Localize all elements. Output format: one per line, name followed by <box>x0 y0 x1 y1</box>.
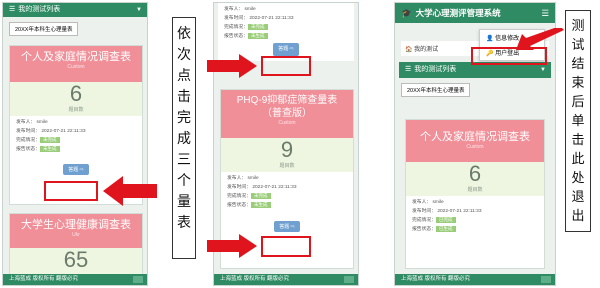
arrow-right-icon <box>207 234 257 258</box>
test-card: 大学生心理健康调查表 Ukr 65 <box>9 213 143 283</box>
report-row: 报告状态： 未生成 <box>16 145 136 154</box>
scale-select[interactable]: 20XX年本科生心理量表 <box>9 22 79 36</box>
highlight-box <box>261 236 311 257</box>
card-subtitle: Custom <box>67 64 85 70</box>
scroll-top-button[interactable] <box>344 276 354 283</box>
footer: 上海蓝成 版权所有 翻版必究 <box>3 274 147 285</box>
card-header: 大学生心理健康调查表 Ukr <box>10 214 142 248</box>
question-count-label: 题目数 <box>68 107 84 113</box>
scroll-top-button[interactable] <box>541 276 551 283</box>
app-title: 大学心理测评管理系统 <box>415 8 501 18</box>
question-count-box: 9 题目数 <box>221 138 353 172</box>
section-title: 我的测试列表 <box>18 6 61 13</box>
test-list-header[interactable]: ☰ 我的测试列表 ▼ <box>3 3 147 17</box>
chevron-down-icon[interactable]: ▼ <box>540 63 546 77</box>
report-tag: 已生成 <box>436 226 456 232</box>
publish-date: 发布时间： 2022-07-21 22:11:33 <box>16 129 86 134</box>
highlight-box <box>44 181 98 201</box>
card-title: 大学生心理健康调查表 <box>21 219 131 231</box>
footer-text: 上海蓝成 版权所有 翻版必究 <box>9 276 79 282</box>
section-title: 我的测试列表 <box>414 66 457 73</box>
scale-select[interactable]: 20XX年本科生心理量表 <box>401 83 471 97</box>
question-count: 9 <box>280 137 294 162</box>
completion-label: 完成情况： <box>227 194 251 199</box>
report-label: 报告状态： <box>412 227 436 232</box>
completion-tag: 未完成 <box>40 137 60 143</box>
completion-label: 完成情况： <box>16 138 40 143</box>
answer-button[interactable]: 答题 ⇨ <box>274 221 300 232</box>
graduation-cap-icon: 🎓 <box>401 7 412 18</box>
card-header: PHQ-9抑郁症筛查量表（普查版） Custom <box>221 90 353 138</box>
completion-label: 完成情况： <box>224 25 248 30</box>
question-count-label: 题目数 <box>279 163 295 169</box>
publisher: 发布人： smile <box>412 200 444 205</box>
report-label: 报告状态： <box>224 34 248 39</box>
card-header: 个人及家庭情况调查表 Custom <box>406 120 544 162</box>
publish-date: 发布时间： 2022-07-21 22:11:33 <box>224 16 294 21</box>
card-subtitle: Ukr <box>72 232 80 238</box>
report-label: 报告状态： <box>16 147 40 152</box>
publish-date: 发布时间： 2022-07-21 22:11:33 <box>227 185 297 190</box>
card-title: 个人及家庭情况调查表 <box>420 131 530 143</box>
report-label: 报告状态： <box>227 203 251 208</box>
report-row: 报告状态： 已生成 <box>412 225 538 234</box>
question-count-box: 6 题目数 <box>10 82 142 116</box>
highlight-box <box>261 56 311 76</box>
completion-tag: 未完成 <box>248 24 268 30</box>
breadcrumb-label: 我的测试 <box>414 47 439 53</box>
completion-row: 完成情况： 未完成 <box>16 136 136 145</box>
completion-label: 完成情况： <box>412 218 436 223</box>
scroll-top-button[interactable] <box>133 276 143 283</box>
card-info: 发布人： smile 发布时间： 2022-07-21 22:11:33 完成情… <box>221 172 353 212</box>
footer: 上海蓝成 版权所有 翻版必究 <box>395 274 555 285</box>
publisher: 发布人： smile <box>16 120 48 125</box>
footer: 上海蓝成 版权所有 翻版必究 <box>214 274 358 285</box>
menu-icon[interactable]: ☰ <box>541 8 549 19</box>
chevron-down-icon[interactable]: ▼ <box>136 3 142 17</box>
card-subtitle: Custom <box>466 144 484 150</box>
completion-row: 完成情况： 已完成 <box>412 216 538 225</box>
question-count: 6 <box>468 161 482 186</box>
arrow-left-icon <box>103 176 157 206</box>
arrow-down-left-icon <box>516 28 564 50</box>
publish-date: 发布时间： 2022-07-21 22:11:33 <box>412 209 482 214</box>
publisher: 发布人： smile <box>227 176 259 181</box>
instruction-text: 测试结束后单击此处退出 <box>565 10 591 232</box>
completion-tag: 未完成 <box>251 193 271 199</box>
report-tag: 未生成 <box>251 202 271 208</box>
report-row: 报告状态： 未生成 <box>224 32 348 41</box>
question-count: 65 <box>63 247 89 272</box>
answer-button[interactable]: 答题 ⇨ <box>63 164 89 175</box>
test-card: 个人及家庭情况调查表 Custom 6 题目数 发布人： smile 发布时间：… <box>405 119 545 269</box>
card-subtitle: Custom <box>278 120 296 126</box>
phone-screen-1: ☰ 我的测试列表 ▼ 20XX年本科生心理量表 个人及家庭情况调查表 Custo… <box>2 2 148 286</box>
publisher: 发布人： smile <box>224 7 256 12</box>
card-info: 发布人： smile 发布时间： 2022-07-21 22:11:33 完成情… <box>10 116 142 156</box>
list-icon: ☰ <box>9 6 16 13</box>
question-count-box: 6 题目数 <box>406 162 544 196</box>
footer-text: 上海蓝成 版权所有 翻版必究 <box>401 276 471 282</box>
instruction-text: 依次点击完成三个量表 <box>172 17 196 259</box>
card-title: PHQ-9抑郁症筛查量表（普查版） <box>236 95 338 119</box>
completion-row: 完成情况： 未完成 <box>227 192 347 201</box>
card-header: 个人及家庭情况调查表 Custom <box>10 46 142 82</box>
arrow-right-icon <box>207 54 257 78</box>
question-count: 6 <box>69 81 83 106</box>
answer-button[interactable]: 答题 ⇨ <box>273 43 299 56</box>
report-row: 报告状态： 未生成 <box>227 201 347 210</box>
question-count-label: 题目数 <box>467 187 483 193</box>
report-tag: 未生成 <box>248 33 268 39</box>
card-title: 个人及家庭情况调查表 <box>21 51 131 63</box>
report-tag: 未生成 <box>40 146 60 152</box>
card-info: 发布人： smile 发布时间： 2022-07-21 22:11:33 完成情… <box>406 196 544 236</box>
list-icon: ☰ <box>405 66 412 73</box>
completion-tag: 已完成 <box>436 217 456 223</box>
footer-text: 上海蓝成 版权所有 翻版必究 <box>220 276 290 282</box>
app-header: 🎓 大学心理测评管理系统 ☰ <box>395 3 555 23</box>
completion-row: 完成情况： 未完成 <box>224 23 348 32</box>
